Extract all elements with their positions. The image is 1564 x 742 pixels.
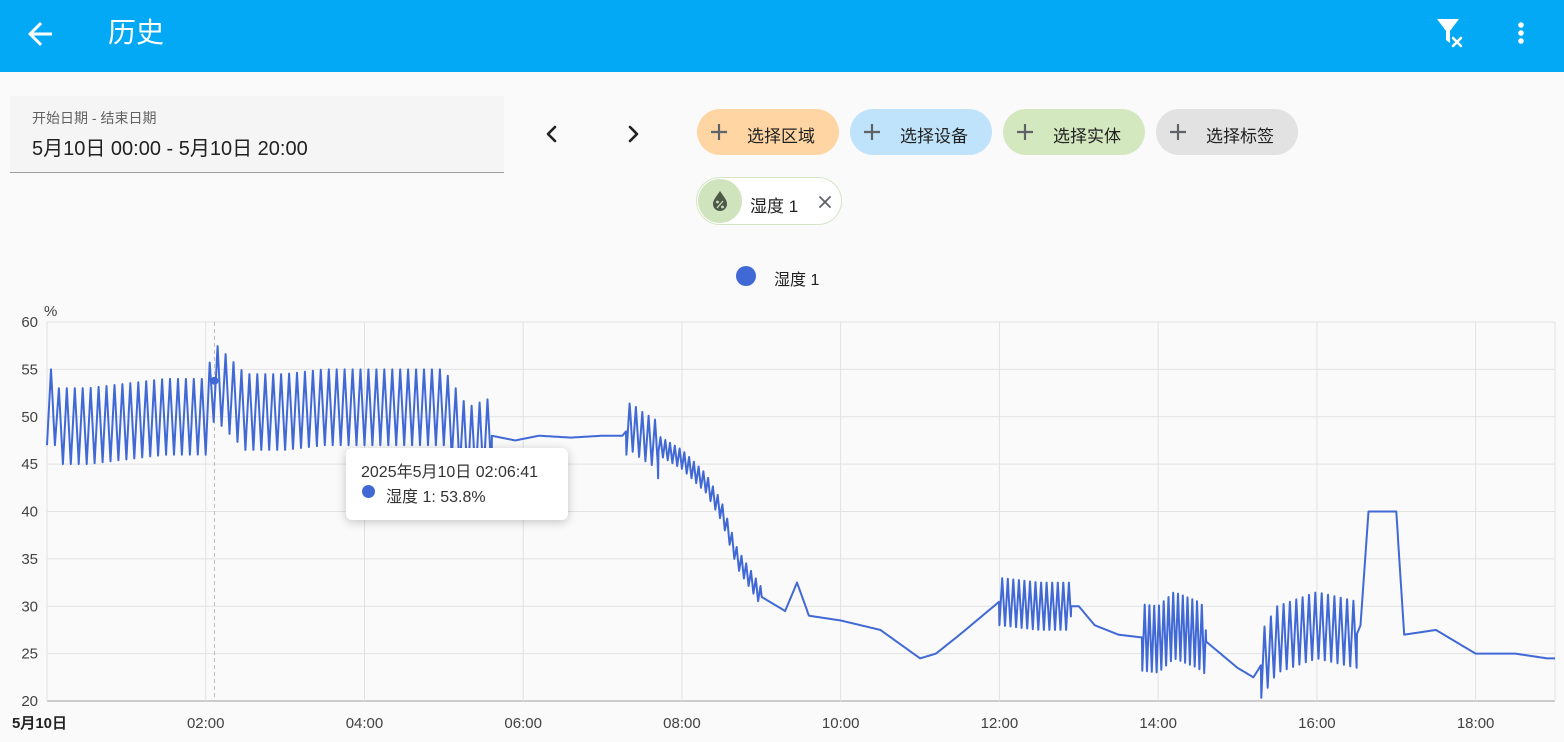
y-tick-label: 25 — [21, 646, 38, 663]
dots-vertical-icon — [1518, 22, 1524, 44]
choose-entity-chip[interactable]: 选择实体 — [1003, 109, 1145, 155]
choose-area-label: 选择区域 — [747, 127, 815, 146]
x-tick-label: 16:00 — [1298, 715, 1336, 732]
close-icon — [819, 196, 831, 208]
plus-icon — [864, 124, 880, 140]
clear-filter-button[interactable] — [1432, 14, 1472, 54]
y-tick-label: 50 — [21, 409, 38, 426]
chart-tooltip: 2025年5月10日 02:06:41 湿度 1: 53.8% — [346, 448, 568, 520]
date-range-label: 开始日期 - 结束日期 — [32, 110, 157, 126]
y-tick-label: 40 — [21, 504, 38, 521]
y-tick-label: 30 — [21, 598, 38, 615]
tooltip-value: 湿度 1: 53.8% — [386, 489, 486, 506]
chevron-right-icon — [628, 125, 639, 143]
choose-label-chip[interactable]: 选择标签 — [1156, 109, 1298, 155]
tooltip-timestamp: 2025年5月10日 02:06:41 — [361, 464, 539, 481]
hover-data-point — [210, 376, 219, 385]
x-tick-label: 18:00 — [1457, 715, 1495, 732]
y-tick-label: 45 — [21, 456, 38, 473]
remove-entity-button[interactable] — [815, 192, 835, 212]
x-tick-label: 5月10日 — [12, 715, 67, 732]
plus-icon — [1170, 124, 1186, 140]
series-line-humidity-1 — [46, 345, 1556, 699]
water-percent-icon — [713, 191, 727, 211]
y-tick-label: 55 — [21, 361, 38, 378]
x-tick-label: 04:00 — [346, 715, 384, 732]
chevron-left-icon — [546, 125, 557, 143]
y-tick-label: 60 — [21, 314, 38, 331]
choose-label-label: 选择标签 — [1206, 127, 1274, 146]
selected-entity-label: 湿度 1 — [750, 197, 799, 216]
next-period-button[interactable] — [615, 116, 651, 152]
overflow-menu-button[interactable] — [1506, 14, 1536, 54]
arrow-left-icon — [28, 22, 52, 46]
date-range-value: 5月10日 00:00 - 5月10日 20:00 — [32, 138, 308, 160]
tooltip-series-dot — [362, 485, 375, 498]
choose-area-chip[interactable]: 选择区域 — [697, 109, 839, 155]
filter-remove-icon — [1437, 19, 1463, 48]
x-tick-label: 06:00 — [504, 715, 542, 732]
x-tick-label: 02:00 — [187, 715, 225, 732]
back-button[interactable] — [22, 16, 58, 52]
app-toolbar: 历史 — [0, 0, 1564, 72]
selected-entity-chip[interactable]: 湿度 1 — [696, 177, 842, 225]
entity-icon-badge — [698, 179, 742, 223]
x-tick-label: 08:00 — [663, 715, 701, 732]
x-tick-label: 10:00 — [822, 715, 860, 732]
legend-color-dot — [736, 266, 756, 286]
page-title: 历史 — [108, 17, 165, 48]
date-range-picker[interactable]: 开始日期 - 结束日期 5月10日 00:00 - 5月10日 20:00 — [10, 96, 504, 173]
legend-label: 湿度 1 — [774, 272, 820, 289]
x-tick-label: 14:00 — [1139, 715, 1177, 732]
choose-entity-label: 选择实体 — [1053, 127, 1121, 146]
plus-icon — [1017, 124, 1033, 140]
previous-period-button[interactable] — [534, 116, 570, 152]
choose-device-label: 选择设备 — [900, 127, 968, 146]
humidity-history-chart[interactable]: % 60 55 50 45 40 35 30 25 20 5月10日 02:00 04:00 06:0… — [0, 296, 1564, 742]
y-axis-unit: % — [44, 303, 57, 320]
y-axis-ticks: 60 55 50 45 40 35 30 25 20 — [21, 314, 38, 710]
y-tick-label: 35 — [21, 551, 38, 568]
choose-device-chip[interactable]: 选择设备 — [850, 109, 992, 155]
x-tick-label: 12:00 — [981, 715, 1019, 732]
y-tick-label: 20 — [21, 693, 38, 710]
plus-icon — [711, 124, 727, 140]
x-axis-ticks: 5月10日 02:00 04:00 06:00 08:00 10:00 12:00 14:00… — [12, 715, 1494, 732]
